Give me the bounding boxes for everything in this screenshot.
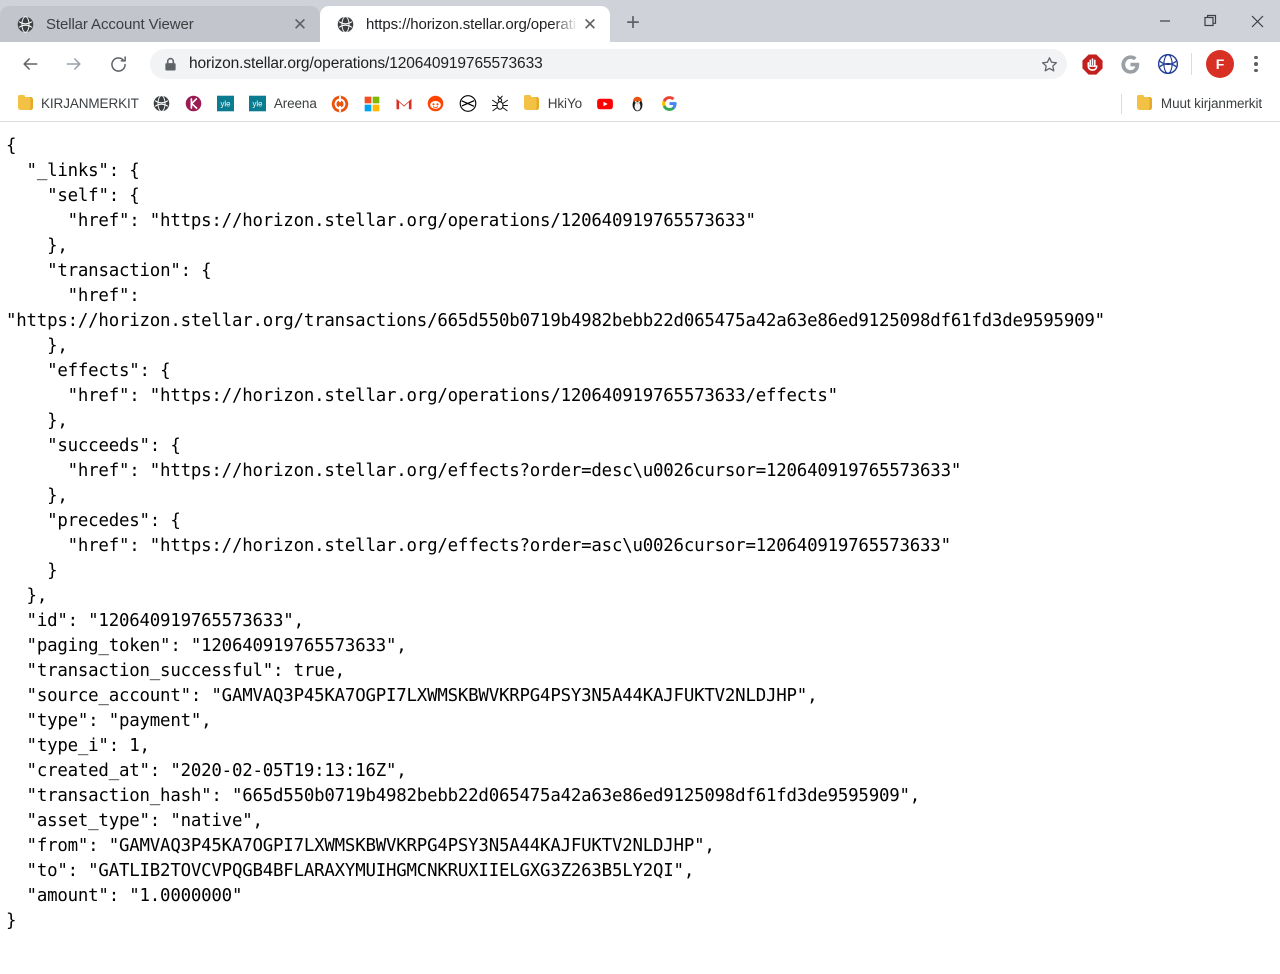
bookmark-label: Muut kirjanmerkit (1160, 96, 1262, 111)
avatar[interactable]: F (1206, 50, 1234, 78)
minimize-window-button[interactable] (1142, 0, 1188, 42)
penguin-icon (628, 95, 646, 113)
bookmark-yle-areena[interactable]: yle Areena (243, 91, 323, 117)
bookmark-label: KIRJANMERKIT (41, 96, 139, 111)
omnibox[interactable]: horizon.stellar.org/operations/120640919… (150, 49, 1067, 79)
bookmark-stellar[interactable] (147, 91, 177, 117)
tab-title: Stellar Account Viewer (46, 15, 194, 33)
browser-toolbar: horizon.stellar.org/operations/120640919… (0, 42, 1280, 86)
page-content: { "_links": { "self": { "href": "https:/… (0, 123, 1280, 974)
bookmark-kirjanmerkit[interactable]: KIRJANMERKIT (10, 91, 145, 117)
address-bar-text[interactable]: horizon.stellar.org/operations/120640919… (189, 55, 1035, 73)
back-button[interactable] (13, 47, 47, 81)
k-circle-icon (185, 95, 203, 113)
bookmark-hkiyo[interactable]: HkiYo (517, 91, 588, 117)
folder-icon (523, 94, 541, 113)
close-icon[interactable]: ✕ (288, 12, 312, 36)
target-icon (331, 95, 349, 113)
lock-icon[interactable] (164, 57, 177, 72)
bookmarks-divider (1120, 93, 1122, 114)
new-tab-button[interactable]: + (616, 6, 650, 40)
json-response-body: { "_links": { "self": { "href": "https:/… (6, 136, 1105, 931)
bookmark-yle[interactable]: yle (211, 91, 241, 117)
bookmark-google[interactable] (654, 91, 684, 117)
restore-window-button[interactable] (1188, 0, 1234, 42)
google-icon[interactable] (1115, 49, 1145, 79)
stellar-lumens-icon (459, 95, 477, 113)
forward-button[interactable] (57, 47, 91, 81)
gmail-icon (395, 95, 413, 113)
bookmark-label: HkiYo (547, 96, 583, 111)
stellar-icon (153, 95, 171, 113)
bookmark-gmail[interactable] (389, 91, 419, 117)
stellar-extension-icon[interactable] (1153, 49, 1183, 79)
youtube-icon (596, 95, 614, 113)
svg-text:yle: yle (253, 99, 263, 108)
yle-icon: yle (217, 95, 235, 113)
bookmark-penguin[interactable] (622, 91, 652, 117)
menu-dot (1254, 68, 1258, 73)
window-controls (1142, 0, 1280, 42)
star-icon[interactable] (1035, 50, 1063, 78)
tab-stellar-account-viewer[interactable]: Stellar Account Viewer ✕ (0, 6, 320, 42)
tab-title: https://horizon.stellar.org/operati (366, 15, 576, 33)
yle-areena-icon: yle (249, 95, 267, 113)
close-icon[interactable]: ✕ (578, 12, 602, 36)
bookmarks-overflow: Muut kirjanmerkit (1120, 91, 1270, 117)
stellar-icon (336, 15, 354, 33)
google-icon (660, 95, 678, 113)
menu-dot (1254, 55, 1258, 60)
browser-window: Stellar Account Viewer ✕ https://horizon… (0, 0, 1280, 974)
bookmark-target[interactable] (325, 91, 355, 117)
bookmarks-bar: KIRJANMERKIT yle yle Areena HkiYo Muut k… (0, 86, 1280, 122)
reload-button[interactable] (101, 47, 135, 81)
folder-icon (1136, 94, 1154, 113)
svg-text:yle: yle (221, 99, 231, 108)
spider-icon (491, 95, 509, 113)
folder-icon (16, 94, 34, 113)
bookmark-k-circle[interactable] (179, 91, 209, 117)
bookmark-other-bookmarks[interactable]: Muut kirjanmerkit (1130, 91, 1268, 117)
bookmark-spider[interactable] (485, 91, 515, 117)
bookmark-microsoft[interactable] (357, 91, 387, 117)
bookmark-youtube[interactable] (590, 91, 620, 117)
stellar-icon (16, 15, 34, 33)
tab-horizon-operation[interactable]: https://horizon.stellar.org/operati ✕ (320, 6, 610, 42)
bookmark-label: Areena (273, 96, 317, 111)
microsoft-icon (363, 95, 381, 113)
bookmark-stellar-lumens[interactable] (453, 91, 483, 117)
tab-strip: Stellar Account Viewer ✕ https://horizon… (0, 0, 1280, 42)
close-window-button[interactable] (1234, 0, 1280, 42)
toolbar-divider (1191, 53, 1192, 75)
reddit-icon (427, 95, 445, 113)
adblock-icon[interactable] (1077, 49, 1107, 79)
chrome-menu-icon[interactable] (1242, 49, 1270, 79)
menu-dot (1254, 62, 1258, 66)
bookmark-reddit[interactable] (421, 91, 451, 117)
